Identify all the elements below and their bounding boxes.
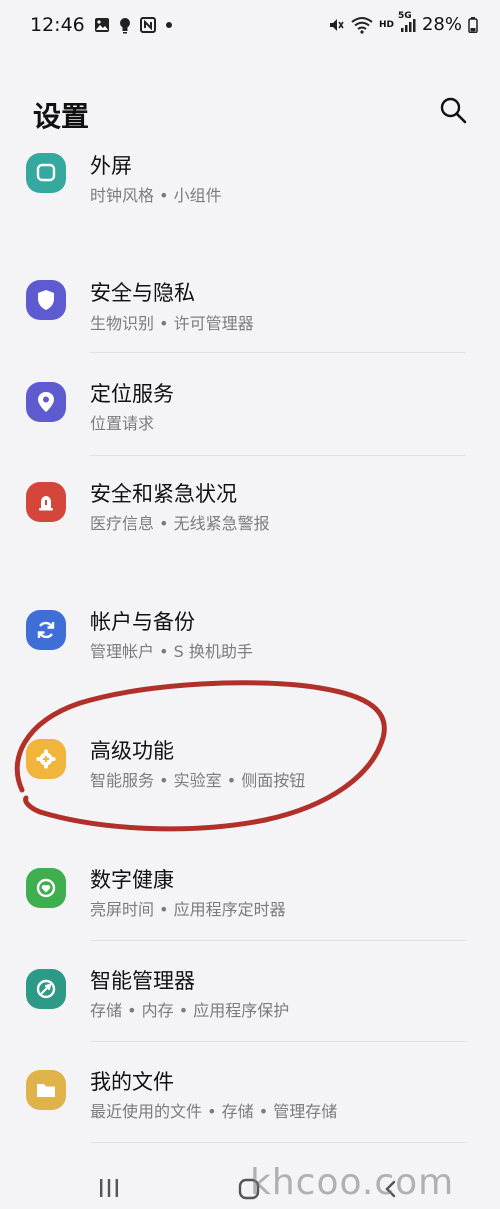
mute-icon: [327, 16, 345, 34]
5g-label: 5G: [397, 10, 412, 21]
settings-item-accounts-backup[interactable]: 帐户与备份 管理帐户 • S 换机助手: [0, 598, 500, 678]
divider: [90, 352, 466, 353]
wellbeing-icon: [26, 868, 66, 908]
nfc-icon: [139, 17, 156, 33]
item-title: 帐户与备份: [90, 610, 195, 634]
item-subtitle: 时钟风格 • 小组件: [90, 186, 222, 205]
dot-icon: [165, 21, 173, 29]
status-left: 12:46: [30, 14, 173, 36]
page-title: 设置: [33, 100, 90, 133]
divider: [90, 940, 466, 941]
settings-item-safety-emergency[interactable]: 安全和紧急状况 医疗信息 • 无线紧急警报: [0, 470, 500, 550]
hd-icon: HD: [378, 19, 394, 30]
item-title: 外屏: [90, 154, 132, 178]
item-subtitle: 生物识别 • 许可管理器: [90, 314, 254, 333]
image-icon: [94, 17, 110, 33]
settings-item-my-files[interactable]: 我的文件 最近使用的文件 • 存储 • 管理存储: [0, 1058, 500, 1138]
item-title: 安全与隐私: [90, 281, 195, 305]
divider: [90, 1041, 466, 1042]
status-time: 12:46: [30, 14, 85, 36]
item-subtitle: 位置请求: [90, 414, 155, 433]
divider: [90, 1142, 466, 1143]
emergency-icon: [26, 482, 66, 522]
shield-icon: [26, 280, 66, 320]
item-subtitle: 智能服务 • 实验室 • 侧面按钮: [90, 771, 306, 790]
item-title: 数字健康: [90, 868, 174, 892]
item-subtitle: 最近使用的文件 • 存储 • 管理存储: [90, 1102, 338, 1121]
item-subtitle: 管理帐户 • S 换机助手: [90, 642, 253, 661]
settings-item-location[interactable]: 定位服务 位置请求: [0, 370, 500, 450]
battery-icon: [468, 16, 478, 33]
5g-signal-icon: 5G: [398, 11, 416, 33]
item-subtitle: 存储 • 内存 • 应用程序保护: [90, 1001, 290, 1020]
item-title: 智能管理器: [90, 969, 195, 993]
item-title: 高级功能: [90, 739, 174, 763]
watermark: khcoo.com: [250, 1162, 455, 1203]
divider: [90, 455, 466, 456]
settings-item-advanced-features[interactable]: 高级功能 智能服务 • 实验室 • 侧面按钮: [0, 727, 500, 807]
search-button[interactable]: [438, 95, 472, 129]
item-subtitle: 医疗信息 • 无线紧急警报: [90, 514, 270, 533]
item-title: 安全和紧急状况: [90, 482, 237, 506]
sync-icon: [26, 610, 66, 650]
recents-icon: [100, 1179, 118, 1197]
bulb-icon: [119, 17, 131, 34]
status-right: HD 5G 28%: [327, 11, 478, 35]
item-subtitle: 亮屏时间 • 应用程序定时器: [90, 900, 286, 919]
cover-screen-icon: [26, 153, 66, 193]
recents-button[interactable]: [92, 1174, 126, 1202]
location-pin-icon: [26, 382, 66, 422]
settings-item-cover-screen[interactable]: 外屏 时钟风格 • 小组件: [0, 145, 500, 215]
wifi-icon: [351, 16, 373, 34]
header: 设置: [0, 85, 500, 145]
settings-item-device-care[interactable]: 智能管理器 存储 • 内存 • 应用程序保护: [0, 957, 500, 1037]
folder-icon: [26, 1070, 66, 1110]
settings-item-security-privacy[interactable]: 安全与隐私 生物识别 • 许可管理器: [0, 270, 500, 350]
device-care-icon: [26, 969, 66, 1009]
puzzle-gear-icon: [26, 739, 66, 779]
status-bar: 12:46 HD 5G 28%: [0, 0, 500, 50]
battery-percent: 28%: [421, 14, 462, 35]
item-title: 我的文件: [90, 1070, 174, 1094]
search-icon: [440, 97, 467, 124]
item-title: 定位服务: [90, 382, 174, 406]
settings-item-digital-wellbeing[interactable]: 数字健康 亮屏时间 • 应用程序定时器: [0, 856, 500, 936]
